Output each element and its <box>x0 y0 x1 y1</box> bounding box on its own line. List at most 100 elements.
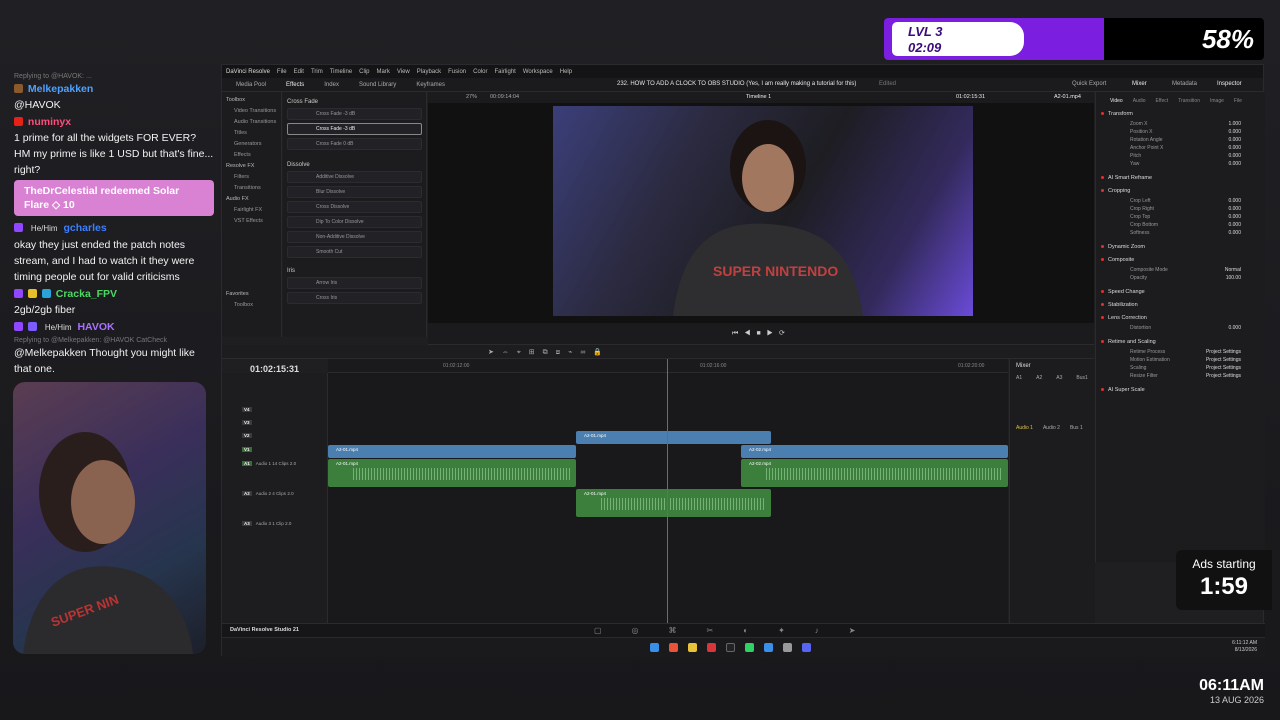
fx-item[interactable]: Dip To Color Dissolve <box>287 216 422 228</box>
audio-clip[interactable]: A2-02.mp4 <box>741 459 1008 487</box>
fx-item-selected[interactable]: Cross Fade -3 dB <box>287 123 422 135</box>
toolbox-item[interactable]: Video Transitions <box>226 106 281 117</box>
scaling-row[interactable]: Scaling Project Settings <box>1100 364 1261 372</box>
app-icon[interactable] <box>707 643 716 652</box>
chat-username[interactable]: Cracka_FPV <box>56 288 117 300</box>
audio-clip[interactable]: A2-01.mp4 <box>576 489 771 517</box>
track-header-v4[interactable]: V4 <box>242 407 256 412</box>
menu-app[interactable]: DaVinci Resolve <box>226 69 270 75</box>
taskbar-clock[interactable]: 6:11:12 AM 8/13/2026 <box>1232 640 1257 654</box>
yaw-row[interactable]: Yaw 0.000 <box>1100 160 1261 168</box>
track-header-a3[interactable]: A3 Audio 3 1 Clip 2.0 <box>242 521 291 526</box>
menu-view[interactable]: View <box>397 69 410 75</box>
video-clip[interactable]: A2-02.mp4 <box>741 445 1008 458</box>
tab-index[interactable]: Index <box>318 82 345 88</box>
playhead[interactable] <box>667 359 668 623</box>
app-icon[interactable] <box>783 643 792 652</box>
softness-row[interactable]: Softness 0.000 <box>1100 229 1261 237</box>
toolbox-item[interactable]: Generators <box>226 139 281 150</box>
distortion-row[interactable]: Distortion 0.000 <box>1100 324 1261 332</box>
motion-estimation-row[interactable]: Motion Estimation Project Settings <box>1100 356 1261 364</box>
timeline-name[interactable]: Timeline 1 <box>746 94 771 100</box>
chat-username[interactable]: numinyx <box>28 116 71 128</box>
chat-username[interactable]: Melkepakken <box>28 83 93 95</box>
menu-color[interactable]: Color <box>473 69 487 75</box>
track-header-a1[interactable]: A1 Audio 1 14 Clips 2.0 <box>242 461 296 466</box>
section-smart-reframe[interactable]: AI Smart Reframe <box>1101 175 1261 181</box>
tab-inspector[interactable]: Inspector <box>1217 81 1242 87</box>
play-controls-icon[interactable]: ⏮◀■▶⟳ <box>732 329 791 338</box>
resolve-taskbar-icon[interactable] <box>726 643 735 652</box>
position-row[interactable]: Position X 0.000 <box>1100 128 1261 136</box>
page-icons[interactable]: ▢◎⌘✂◐✦♪➤ <box>594 626 885 635</box>
menu-trim[interactable]: Trim <box>311 69 323 75</box>
video-clip[interactable]: A2-01.mp4 <box>328 445 576 458</box>
inspector-tab-transition[interactable]: Transition <box>1178 98 1200 104</box>
chat-username[interactable]: HAVOK <box>77 321 114 333</box>
inspector-tab-image[interactable]: Image <box>1210 98 1224 104</box>
toolbox-item[interactable]: Toolbox <box>226 300 281 311</box>
zoom-row[interactable]: Zoom X 1.000 <box>1100 120 1261 128</box>
fx-item[interactable]: Additive Dissolve <box>287 171 422 183</box>
toolbox-item[interactable]: Toolbox <box>226 95 281 106</box>
viewer-zoom[interactable]: 27% <box>466 94 477 100</box>
inspector-tab-file[interactable]: File <box>1234 98 1242 104</box>
windows-start-icon[interactable] <box>650 643 659 652</box>
composite-mode-row[interactable]: Composite Mode Normal <box>1100 266 1261 274</box>
menu-fairlight[interactable]: Fairlight <box>494 69 515 75</box>
toolbox-item[interactable]: Favorites <box>226 289 281 300</box>
section-composite[interactable]: Composite <box>1101 257 1261 263</box>
menu-clip[interactable]: Clip <box>359 69 369 75</box>
retime-process-row[interactable]: Retime Process Project Settings <box>1100 348 1261 356</box>
menu-mark[interactable]: Mark <box>377 69 390 75</box>
menu-help[interactable]: Help <box>560 69 572 75</box>
chrome-icon[interactable] <box>669 643 678 652</box>
fx-item[interactable]: Cross Iris <box>287 292 422 304</box>
toolbox-item[interactable]: Filters <box>226 172 281 183</box>
crop-bottom-row[interactable]: Crop Bottom 0.000 <box>1100 221 1261 229</box>
track-header-v2[interactable]: V2 <box>242 433 256 438</box>
toolbox-item[interactable]: Transitions <box>226 183 281 194</box>
timeline-viewer[interactable]: SUPER NINTENDO <box>428 103 1094 323</box>
inspector-tab-video[interactable]: Video <box>1110 98 1123 104</box>
menu-file[interactable]: File <box>277 69 287 75</box>
tab-keyframes[interactable]: Keyframes <box>410 82 451 88</box>
video-clip[interactable]: A2-01.mp4 <box>576 431 771 444</box>
tab-mixer[interactable]: Mixer <box>1132 81 1147 87</box>
toolbox-item[interactable]: Titles <box>226 128 281 139</box>
menu-workspace[interactable]: Workspace <box>523 69 553 75</box>
fx-item[interactable]: Blur Dissolve <box>287 186 422 198</box>
toolbox-item[interactable]: Fairlight FX <box>226 205 281 216</box>
section-super-scale[interactable]: AI Super Scale <box>1101 387 1261 393</box>
section-transform[interactable]: Transform <box>1101 111 1261 117</box>
rotation-row[interactable]: Rotation Angle 0.000 <box>1100 136 1261 144</box>
timeline-area[interactable]: A2-01.mp4 A2-01.mp4 A2-02.mp4 A2-01.mp4 … <box>328 373 1008 623</box>
opacity-row[interactable]: Opacity 100.00 <box>1100 274 1261 282</box>
pitch-row[interactable]: Pitch 0.000 <box>1100 152 1261 160</box>
section-cropping[interactable]: Cropping <box>1101 188 1261 194</box>
track-header-a2[interactable]: A2 Audio 2 4 Clips 2.0 <box>242 491 294 496</box>
toolbox-item[interactable]: Resolve FX <box>226 161 281 172</box>
discord-icon[interactable] <box>802 643 811 652</box>
menu-playback[interactable]: Playback <box>417 69 441 75</box>
anchor-row[interactable]: Anchor Point X 0.000 <box>1100 144 1261 152</box>
audio-clip[interactable]: A2-01.mp4 <box>328 459 576 487</box>
section-dynamic-zoom[interactable]: Dynamic Zoom <box>1101 244 1261 250</box>
menu-fusion[interactable]: Fusion <box>448 69 466 75</box>
fx-item[interactable]: Non-Additive Dissolve <box>287 231 422 243</box>
crop-top-row[interactable]: Crop Top 0.000 <box>1100 213 1261 221</box>
toolbox-item[interactable]: Effects <box>226 150 281 161</box>
folder-icon[interactable] <box>688 643 697 652</box>
section-speed-change[interactable]: Speed Change <box>1101 289 1261 295</box>
tab-effects[interactable]: Effects <box>280 82 310 88</box>
spotify-icon[interactable] <box>745 643 754 652</box>
section-retime-scaling[interactable]: Retime and Scaling <box>1101 339 1261 345</box>
crop-left-row[interactable]: Crop Left 0.000 <box>1100 197 1261 205</box>
app-icon[interactable] <box>764 643 773 652</box>
tab-sound-library[interactable]: Sound Library <box>353 82 402 88</box>
fx-item[interactable]: Cross Fade 0 dB <box>287 138 422 150</box>
menu-timeline[interactable]: Timeline <box>330 69 352 75</box>
fx-item[interactable]: Cross Dissolve <box>287 201 422 213</box>
track-header-v3[interactable]: V3 <box>242 420 256 425</box>
section-stabilization[interactable]: Stabilization <box>1101 302 1261 308</box>
